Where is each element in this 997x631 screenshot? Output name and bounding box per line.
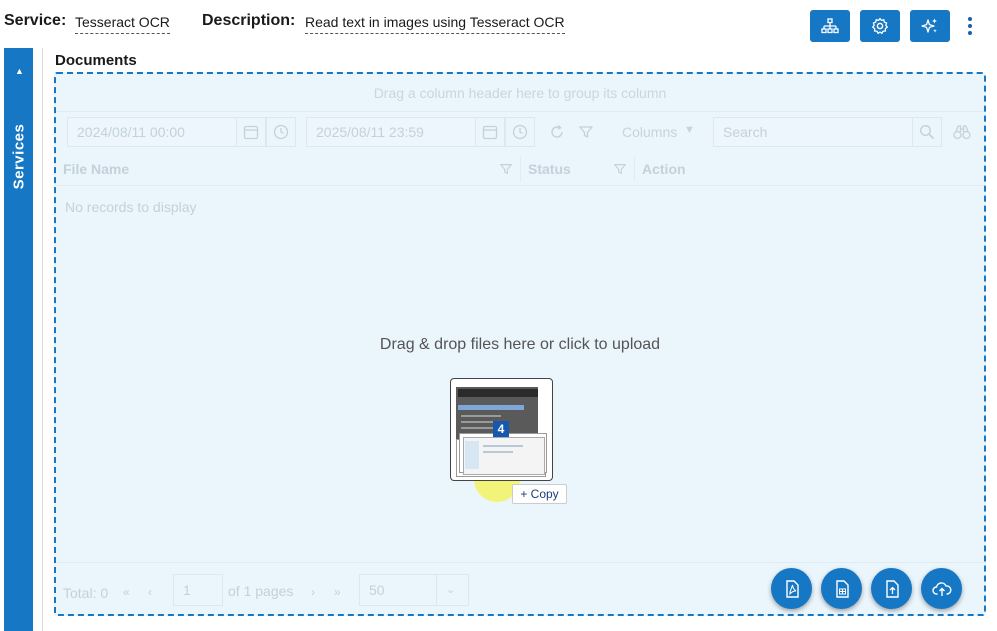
drag-count-badge: 4: [493, 421, 509, 437]
end-time-button[interactable]: [505, 117, 535, 147]
start-time-button[interactable]: [266, 117, 296, 147]
ai-assist-button[interactable]: [910, 10, 950, 42]
pdf-button[interactable]: [771, 568, 812, 609]
clock-icon: [273, 124, 289, 140]
clock-icon: [512, 124, 528, 140]
documents-title: Documents: [55, 52, 137, 69]
page-input[interactable]: 1: [173, 574, 223, 606]
search-input[interactable]: Search: [713, 117, 913, 147]
search-icon: [919, 124, 935, 140]
drag-preview: 4: [450, 378, 553, 481]
group-panel[interactable]: Drag a column header here to group its c…: [56, 74, 984, 112]
end-calendar-button[interactable]: [475, 117, 505, 147]
spreadsheet-button[interactable]: [821, 568, 862, 609]
page-size-value: 50: [369, 582, 385, 598]
total-count: Total: 0: [63, 585, 109, 601]
column-action[interactable]: Action: [642, 161, 686, 177]
copy-indicator: + Copy: [512, 484, 567, 504]
binoculars-icon[interactable]: [953, 123, 971, 141]
start-date-input[interactable]: 2024/08/11 00:00: [67, 117, 237, 147]
collapse-arrow-icon[interactable]: ▲: [15, 66, 24, 76]
dropzone-text[interactable]: Drag & drop files here or click to uploa…: [56, 336, 984, 354]
cloud-upload-icon: [931, 581, 951, 596]
description-label: Description:: [202, 12, 296, 29]
next-page-icon[interactable]: ›: [311, 585, 315, 599]
search-button[interactable]: [912, 117, 942, 147]
sitemap-button[interactable]: [810, 10, 850, 42]
column-status[interactable]: Status: [528, 161, 571, 177]
column-file-name[interactable]: File Name: [63, 161, 129, 177]
sparkle-icon: [921, 18, 937, 33]
upload-file-button[interactable]: [871, 568, 912, 609]
pdf-file-icon: [785, 579, 799, 598]
filter-icon[interactable]: [613, 162, 627, 179]
filter-icon[interactable]: [577, 123, 595, 141]
services-sidebar[interactable]: ▲ Services: [4, 48, 33, 631]
divider: [42, 48, 43, 631]
top-header: Service: Tesseract OCR Description: Read…: [0, 0, 997, 46]
page-count: of 1 pages: [228, 583, 294, 599]
columns-chooser[interactable]: Columns: [622, 124, 677, 140]
start-calendar-button[interactable]: [236, 117, 266, 147]
prev-page-icon[interactable]: ‹: [148, 585, 152, 599]
kebab-menu-icon[interactable]: [962, 14, 978, 38]
sidebar-title: Services: [10, 123, 28, 190]
calendar-icon: [482, 125, 498, 140]
service-label: Service:: [4, 12, 67, 29]
cloud-upload-button[interactable]: [921, 568, 962, 609]
page-size-select[interactable]: 50 ⌄: [359, 574, 469, 606]
last-page-icon[interactable]: »: [334, 585, 341, 599]
grid-toolbar: 2024/08/11 00:00 2025/08/11 23:59 Column…: [56, 112, 984, 156]
service-value[interactable]: Tesseract OCR: [75, 14, 170, 34]
calendar-icon: [243, 125, 259, 140]
upload-file-icon: [885, 579, 899, 598]
chevron-down-icon: ⌄: [446, 584, 456, 596]
sitemap-icon: [821, 18, 839, 34]
first-page-icon[interactable]: «: [123, 585, 130, 599]
description-value[interactable]: Read text in images using Tesseract OCR: [305, 14, 565, 34]
spreadsheet-file-icon: [835, 579, 849, 598]
empty-message: No records to display: [65, 199, 197, 215]
column-header-row: File Name Status Action: [56, 152, 984, 186]
gear-icon: [872, 17, 888, 35]
upload-dropzone[interactable]: Drag a column header here to group its c…: [54, 72, 986, 616]
drag-preview-card: 4: [450, 378, 553, 481]
caret-down-icon[interactable]: ▼: [684, 124, 695, 136]
end-date-input[interactable]: 2025/08/11 23:59: [306, 117, 476, 147]
filter-icon[interactable]: [499, 162, 513, 179]
refresh-icon[interactable]: [548, 123, 566, 141]
settings-button[interactable]: [860, 10, 900, 42]
